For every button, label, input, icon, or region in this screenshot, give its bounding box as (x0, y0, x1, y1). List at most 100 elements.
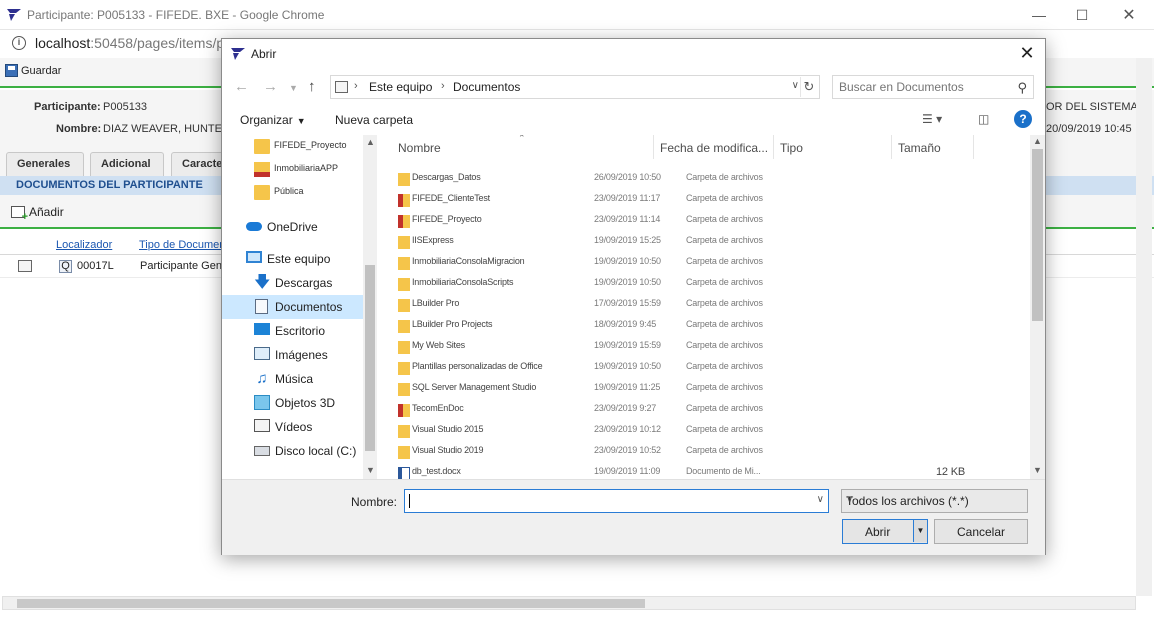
nav-item-escritorio[interactable]: Escritorio (222, 319, 363, 343)
cancel-button[interactable]: Cancelar (934, 519, 1028, 544)
folder-icon (398, 215, 410, 228)
folder-icon (398, 299, 410, 312)
scroll-up-icon[interactable]: ▲ (1033, 136, 1042, 146)
file-row[interactable]: InmobiliariaConsolaScripts 19/09/2019 10:… (396, 274, 1026, 295)
file-type: Carpeta de archivos (686, 445, 763, 455)
page-horizontal-scrollbar[interactable] (2, 596, 1136, 610)
up-arrow-icon[interactable]: ↑ (308, 78, 316, 95)
minimize-icon[interactable]: — (1016, 0, 1062, 30)
save-button[interactable]: Guardar (5, 64, 61, 77)
column-type[interactable]: Tipo (774, 135, 892, 159)
file-type: Carpeta de archivos (686, 340, 763, 350)
file-row[interactable]: TecomEnDoc 23/09/2019 9:27 Carpeta de arch… (396, 400, 1026, 421)
file-row[interactable]: InmobiliariaConsolaMigracion 19/09/2019 1… (396, 253, 1026, 274)
dialog-title: Abrir (251, 47, 277, 61)
path-breadcrumb[interactable]: › Este equipo › Documentos ∨ ↻ (330, 75, 820, 99)
forward-arrow-icon[interactable]: → (263, 78, 278, 95)
nav-item-musica[interactable]: ♫ Música (222, 367, 363, 391)
help-icon[interactable]: ? (1014, 110, 1032, 128)
maximize-icon[interactable]: ☐ (1059, 0, 1105, 30)
participant-label: Participante: (34, 101, 101, 113)
file-date: 19/09/2019 10:50 (594, 361, 661, 371)
column-locator[interactable]: Localizador (56, 239, 112, 251)
view-icon[interactable]: Q (59, 260, 72, 273)
file-row[interactable]: LBuilder Pro Projects 18/09/2019 9:45 Carp… (396, 316, 1026, 337)
file-type: Carpeta de archivos (686, 235, 763, 245)
scroll-down-icon[interactable]: ▼ (1033, 465, 1042, 475)
file-list-scrollbar[interactable]: ▲ ▼ (1030, 135, 1045, 479)
search-input[interactable] (839, 79, 1009, 95)
file-row[interactable]: My Web Sites 19/09/2019 15:59 Carpeta de a… (396, 337, 1026, 358)
column-doc-type[interactable]: Tipo de Documen (139, 239, 225, 251)
close-icon[interactable]: ✕ (1106, 0, 1152, 30)
dialog-close-icon[interactable]: ✕ (1015, 42, 1039, 66)
tab-generales[interactable]: Generales (6, 152, 84, 176)
file-name: Visual Studio 2019 (412, 445, 484, 455)
page-scroll-thumb[interactable] (17, 599, 645, 608)
tab-adicional[interactable]: Adicional (90, 152, 164, 176)
nav-item-fifede-proyecto[interactable]: FIFEDE_Proyecto (222, 135, 363, 159)
page-vertical-scrollbar[interactable] (1136, 58, 1152, 596)
breadcrumb-documentos[interactable]: Documentos (453, 80, 520, 94)
search-box[interactable]: ⚲ (832, 75, 1034, 99)
column-date[interactable]: Fecha de modifica... (654, 135, 774, 159)
file-name: FIFEDE_Proyecto (412, 214, 482, 224)
file-date: 19/09/2019 15:25 (594, 235, 661, 245)
nav-item-publica[interactable]: Pública (222, 181, 363, 205)
nav-item-descargas[interactable]: 🡇 Descargas (222, 271, 363, 295)
folder-icon (398, 194, 410, 207)
new-folder-button[interactable]: Nueva carpeta (335, 113, 413, 127)
file-row[interactable]: Plantillas personalizadas de Office 19/09… (396, 358, 1026, 379)
chevron-right-icon[interactable]: › (441, 80, 445, 92)
nav-scrollbar[interactable]: ▲ ▼ (363, 135, 377, 479)
file-row[interactable]: LBuilder Pro 17/09/2019 15:59 Carpeta de a… (396, 295, 1026, 316)
file-row[interactable]: db_test.docx 19/09/2019 11:09 Documento de… (396, 463, 1026, 479)
scroll-down-icon[interactable]: ▼ (366, 465, 375, 475)
recent-dropdown-icon[interactable]: ▼ (289, 83, 298, 93)
url-text[interactable]: localhost:50458/pages/items/p (35, 35, 224, 51)
file-scroll-thumb[interactable] (1032, 149, 1043, 321)
view-options-icon[interactable]: ☰ ▾ (922, 112, 942, 126)
nav-item-imagenes[interactable]: Imágenes (222, 343, 363, 367)
refresh-icon[interactable]: ↻ (800, 77, 817, 97)
file-name-input[interactable] (407, 493, 807, 509)
file-row[interactable]: SQL Server Management Studio 19/09/2019 1… (396, 379, 1026, 400)
nav-item-disco-local[interactable]: Disco local (C:) (222, 439, 363, 463)
add-icon (11, 206, 28, 223)
nav-item-videos[interactable]: Vídeos (222, 415, 363, 439)
date-text: 20/09/2019 10:45 (1046, 123, 1132, 135)
file-name-field[interactable]: ∨ (404, 489, 829, 513)
file-row[interactable]: FIFEDE_Proyecto 23/09/2019 11:14 Carpeta d… (396, 211, 1026, 232)
edit-icon[interactable] (18, 260, 32, 272)
nav-item-label: InmobiliariaAPP (274, 163, 339, 173)
add-button[interactable]: Añadir (11, 205, 64, 223)
column-size[interactable]: Tamaño (892, 135, 974, 159)
back-arrow-icon[interactable]: ← (234, 78, 249, 95)
nav-scroll-thumb[interactable] (365, 265, 375, 451)
file-list: Nombre Fecha de modifica... Tipo Tamaño … (378, 135, 1045, 479)
file-row[interactable]: Descargas_Datos 26/09/2019 10:50 Carpeta d… (396, 169, 1026, 190)
info-icon[interactable]: i (12, 36, 26, 50)
file-row[interactable]: FIFEDE_ClienteTest 23/09/2019 11:17 Carpet… (396, 190, 1026, 211)
chevron-down-icon[interactable]: ∨ (792, 80, 799, 91)
organize-button[interactable]: Organizar ▼ (240, 113, 306, 127)
file-name: LBuilder Pro (412, 298, 460, 308)
nav-item-onedrive[interactable]: OneDrive (222, 215, 363, 239)
search-icon[interactable]: ⚲ (1017, 80, 1027, 96)
nav-item-documentos[interactable]: Documentos (222, 295, 363, 319)
file-type-filter[interactable]: Todos los archivos (*.*) ∨ (841, 489, 1028, 513)
open-button[interactable]: Abrir ▼ (842, 519, 928, 544)
preview-pane-icon[interactable]: ◫ (978, 112, 989, 126)
breadcrumb-este-equipo[interactable]: Este equipo (369, 80, 432, 94)
nav-item-inmobiliariaapp[interactable]: InmobiliariaAPP (222, 158, 363, 182)
chevron-down-icon[interactable]: ∨ (817, 494, 824, 505)
file-row[interactable]: IISExpress 19/09/2019 15:25 Carpeta de arc… (396, 232, 1026, 253)
navigation-pane: FIFEDE_Proyecto InmobiliariaAPP Pública … (222, 135, 378, 479)
open-dropdown-icon[interactable]: ▼ (913, 520, 927, 542)
file-row[interactable]: Visual Studio 2019 23/09/2019 10:52 Carpet… (396, 442, 1026, 463)
nav-item-objetos-3d[interactable]: Objetos 3D (222, 391, 363, 415)
scroll-up-icon[interactable]: ▲ (366, 137, 375, 147)
chevron-right-icon[interactable]: › (354, 80, 358, 92)
file-row[interactable]: Visual Studio 2015 23/09/2019 10:12 Carpet… (396, 421, 1026, 442)
nav-item-este-equipo[interactable]: Este equipo (222, 247, 363, 271)
